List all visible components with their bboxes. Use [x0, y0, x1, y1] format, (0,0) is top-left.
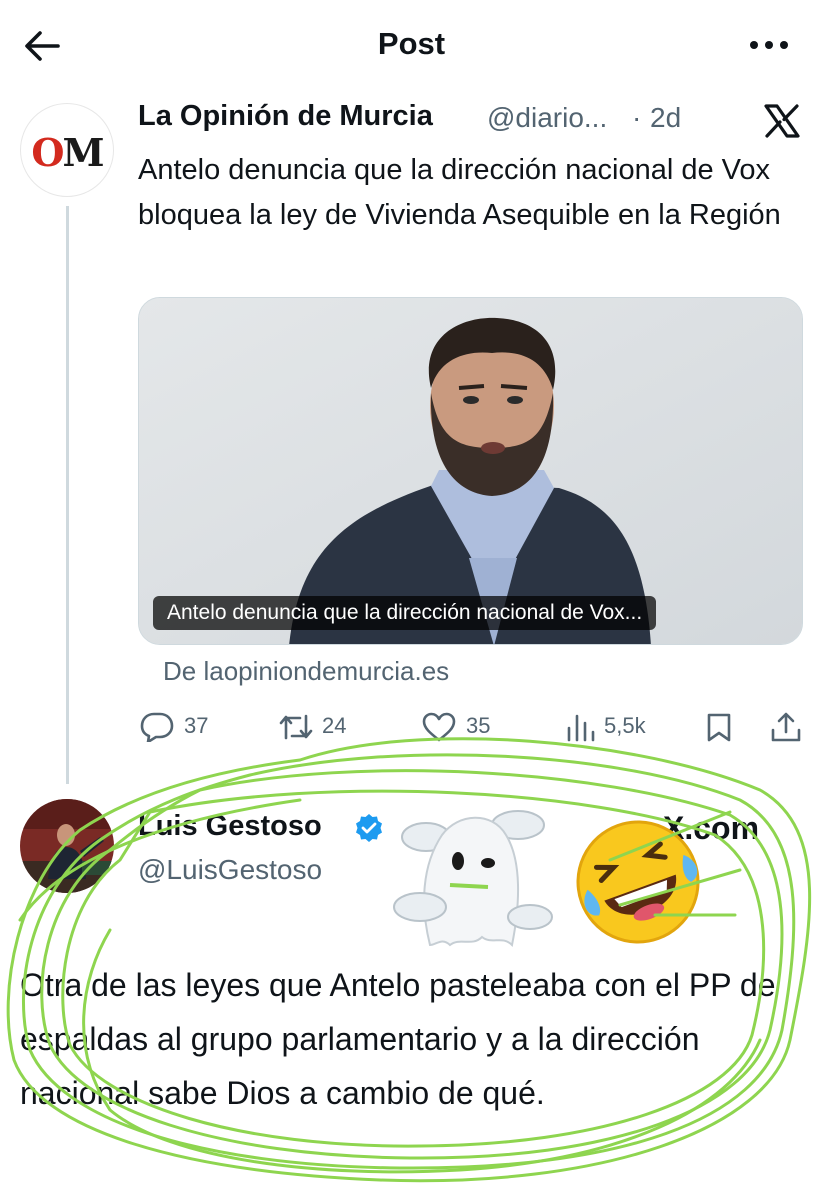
page-title: Post: [377, 26, 446, 61]
avatar-la-opinion[interactable]: OM: [20, 103, 114, 197]
author-name[interactable]: Luis Gestoso: [138, 810, 322, 843]
author-handle[interactable]: @diario...: [487, 102, 607, 134]
ghost-emoji: [393, 810, 553, 948]
share-button[interactable]: [770, 708, 802, 744]
views-count: 5,5k: [604, 713, 646, 738]
author-name[interactable]: La Opinión de Murcia: [138, 100, 433, 133]
like-count: 35: [466, 713, 491, 738]
x-logo-icon: [764, 104, 800, 138]
post-text: Otra de las leyes que Antelo pasteleaba …: [20, 967, 776, 1111]
reply-count: 37: [184, 713, 209, 738]
logo: OM: [31, 130, 104, 175]
bookmark-icon: [707, 713, 731, 742]
top-bar: Post: [0, 0, 823, 92]
share-icon: [771, 712, 801, 742]
post-time[interactable]: 2d: [650, 102, 681, 134]
avatar-photo: [20, 799, 114, 893]
avatar-luis-gestoso[interactable]: [20, 799, 114, 893]
reply-icon: [140, 712, 174, 742]
post-text: Antelo denuncia que la dirección naciona…: [138, 154, 781, 231]
views-icon: [567, 714, 595, 742]
more-icon: [750, 41, 758, 49]
repost-button[interactable]: 24: [278, 708, 358, 744]
thread-connector: [66, 206, 69, 784]
views-button[interactable]: 5,5k: [564, 708, 664, 744]
author-handle[interactable]: @LuisGestoso: [138, 854, 322, 886]
repost-count: 24: [322, 713, 347, 738]
media-caption: Antelo denuncia que la dirección naciona…: [153, 596, 657, 630]
more-button[interactable]: [748, 36, 790, 56]
like-icon: [422, 712, 456, 742]
media-card[interactable]: Antelo denuncia que la dirección naciona…: [138, 297, 803, 645]
like-button[interactable]: 35: [422, 708, 502, 744]
reply-button[interactable]: 37: [140, 708, 220, 744]
bookmark-button[interactable]: [704, 708, 734, 744]
video-thumbnail: [139, 298, 802, 644]
repost-icon: [279, 714, 313, 740]
laughing-emoji: [576, 820, 700, 944]
link-source[interactable]: De laopiniondemurcia.es: [163, 656, 449, 687]
separator-dot: ·: [632, 102, 642, 133]
